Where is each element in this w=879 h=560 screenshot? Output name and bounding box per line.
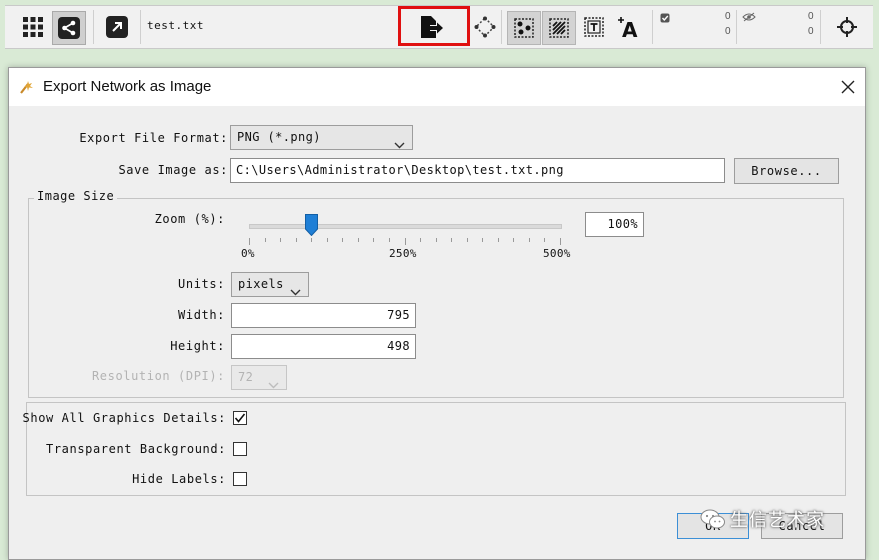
annotation-text-box-icon[interactable] (578, 11, 610, 43)
toolbar-separator (736, 10, 737, 44)
zoom-slider-tick (436, 238, 437, 242)
zoom-slider-tick (296, 238, 297, 242)
zoom-slider-thumb[interactable] (305, 214, 318, 237)
export-format-label: Export File Format: (79, 131, 228, 145)
width-label: Width: (178, 308, 225, 322)
export-format-value: PNG (*.png) (237, 130, 321, 144)
export-button-highlight (398, 6, 470, 46)
zoom-label: Zoom (%): (154, 212, 225, 226)
zoom-slider-tick (482, 238, 483, 242)
external-link-icon[interactable] (101, 11, 133, 43)
select-edges-icon[interactable] (542, 11, 576, 45)
units-label: Units: (178, 277, 225, 291)
checkmark-icon (234, 412, 246, 427)
export-format-select[interactable]: PNG (*.png) (230, 125, 413, 150)
chevron-down-icon (394, 134, 405, 157)
resolution-label: Resolution (DPI): (91, 369, 225, 383)
hidden-count-icon (742, 11, 756, 25)
zoom-slider-tick (311, 238, 312, 242)
share-network-icon[interactable] (52, 11, 86, 45)
hide-labels-label: Hide Labels: (132, 472, 226, 486)
chevron-down-icon (290, 281, 301, 304)
zoom-slider-tick (280, 238, 281, 242)
target-icon[interactable] (831, 11, 863, 43)
resolution-select: 72 (231, 365, 287, 390)
width-field[interactable]: 795 (231, 303, 416, 328)
zoom-slider-tick (265, 238, 266, 242)
toolbar-separator (93, 10, 94, 44)
show-details-label: Show All Graphics Details: (22, 411, 226, 425)
zoom-slider-tick (529, 238, 530, 242)
watermark-text: 生信艺术家 (730, 510, 825, 531)
zoom-slider-tick (342, 238, 343, 242)
toolbar-separator (501, 10, 502, 44)
zoom-slider-tick (498, 238, 499, 242)
dialog-title: Export Network as Image (43, 78, 212, 95)
image-size-legend: Image Size (34, 189, 118, 203)
hidden-nodes-count: 0 (808, 11, 814, 22)
select-nodes-icon[interactable] (507, 11, 541, 45)
export-network-dialog: Export Network as Image Export File Form… (8, 67, 866, 560)
resolution-value: 72 (238, 370, 254, 384)
toolbar-separator (820, 10, 821, 44)
wechat-icon (700, 508, 726, 535)
zoom-slider-tick (560, 238, 561, 245)
units-select[interactable]: pixels (231, 272, 309, 297)
close-icon[interactable] (837, 76, 859, 98)
zoom-slider-tick (249, 238, 250, 245)
height-field[interactable]: 498 (231, 334, 416, 359)
zoom-slider-track[interactable] (249, 224, 562, 229)
zoom-slider-tick (405, 238, 406, 245)
save-path-field[interactable]: C:\Users\Administrator\Desktop\test.txt.… (230, 158, 725, 183)
first-neighbors-icon[interactable] (469, 11, 501, 43)
units-value: pixels (238, 277, 284, 291)
selected-edges-count: 0 (725, 26, 731, 37)
hidden-edges-count: 0 (808, 26, 814, 37)
watermark: 生信艺术家 (700, 506, 825, 535)
zoom-tick-max: 500% (543, 247, 571, 260)
zoom-value-field[interactable]: 100% (585, 212, 644, 237)
zoom-slider-tick (513, 238, 514, 242)
svg-text:A: A (622, 18, 638, 40)
toolbar-separator (140, 10, 141, 44)
zoom-tick-mid: 250% (389, 247, 417, 260)
toolbar-separator (652, 10, 653, 44)
browse-button[interactable]: Browse... (734, 158, 839, 184)
dialog-body: Export File Format: PNG (*.png) Save Ima… (9, 106, 865, 559)
hide-labels-checkbox[interactable] (233, 472, 247, 486)
zoom-slider-tick (373, 238, 374, 242)
transparent-background-label: Transparent Background: (46, 442, 226, 456)
zoom-slider-tick (389, 238, 390, 242)
zoom-slider-tick (420, 238, 421, 242)
chevron-down-icon (268, 374, 279, 397)
selected-nodes-count: 0 (725, 11, 731, 22)
dialog-title-bar: Export Network as Image (9, 68, 865, 106)
zoom-tick-min: 0% (241, 247, 255, 260)
zoom-slider-tick (544, 238, 545, 242)
save-as-label: Save Image as: (118, 163, 228, 177)
grid-icon[interactable] (17, 11, 49, 43)
show-details-checkbox[interactable] (233, 411, 247, 425)
network-filename: test.txt (147, 19, 204, 32)
app-icon (19, 79, 35, 98)
annotation-text-icon[interactable]: A (612, 11, 644, 43)
zoom-slider-tick (327, 238, 328, 242)
height-label: Height: (170, 339, 225, 353)
zoom-slider-tick (358, 238, 359, 242)
node-count-icon (660, 12, 670, 26)
zoom-slider-tick (451, 238, 452, 242)
zoom-slider-tick (467, 238, 468, 242)
transparent-background-checkbox[interactable] (233, 442, 247, 456)
